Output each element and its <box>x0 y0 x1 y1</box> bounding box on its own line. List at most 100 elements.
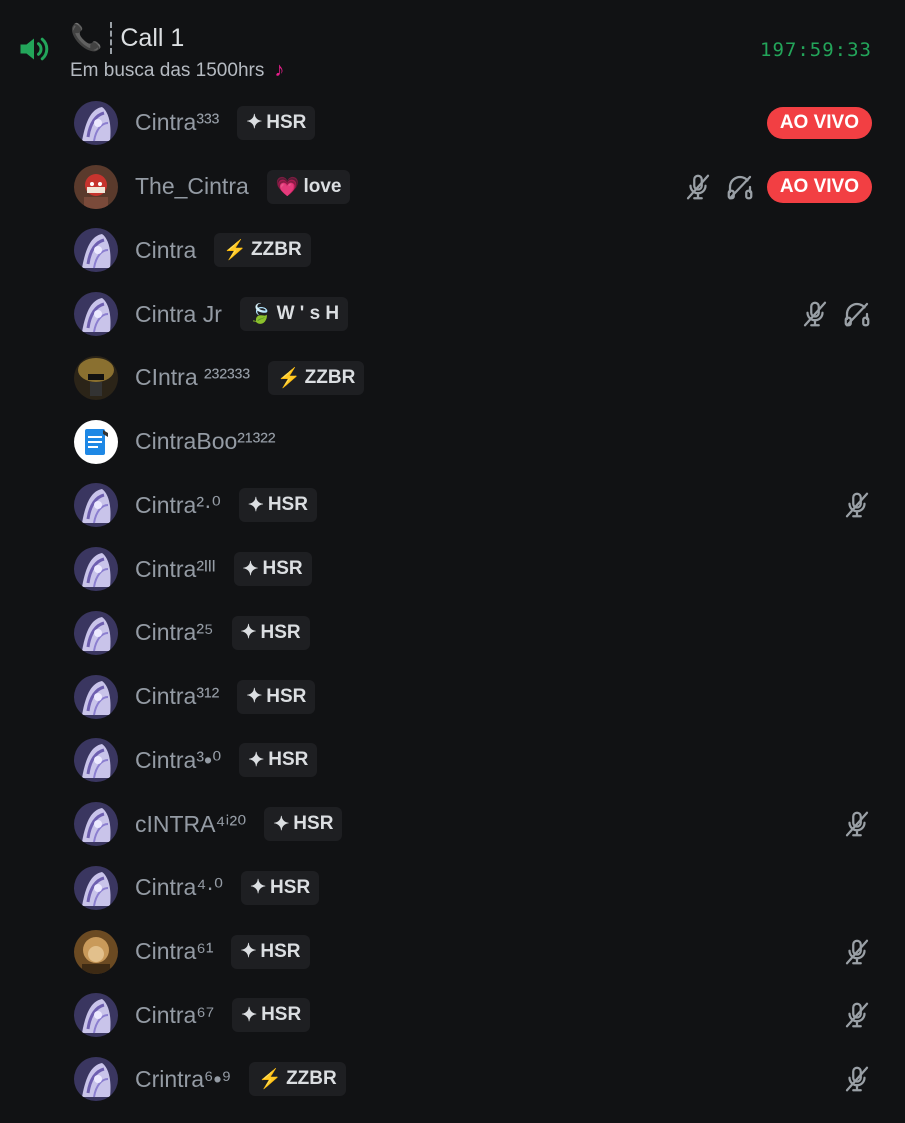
mic-muted-icon <box>683 172 713 202</box>
server-tag-badge[interactable]: ✦ HSR <box>237 679 316 714</box>
voice-member-row[interactable]: Crintra⁶•⁹ ⚡ ZZBR <box>0 1047 905 1111</box>
avatar[interactable] <box>74 419 118 464</box>
member-name[interactable]: Cintra³•⁰ <box>135 747 221 774</box>
voice-member-row[interactable]: Cintra³¹² ✦ HSR <box>0 665 905 729</box>
member-name-group: Cintra³•⁰ ✦ HSR <box>135 743 318 778</box>
member-name-group: The_Cintra 💗 love <box>135 169 351 204</box>
channel-title: Call 1 <box>120 23 185 52</box>
member-name[interactable]: Cintra⁶⁷ <box>135 1002 214 1029</box>
member-name[interactable]: Cintra Jr <box>135 301 222 328</box>
member-status-group <box>842 809 872 839</box>
voice-member-row[interactable]: The_Cintra 💗 love AO VIVO <box>0 155 905 219</box>
avatar[interactable] <box>74 610 118 655</box>
avatar[interactable] <box>74 164 118 209</box>
voice-member-row[interactable]: CintraBoo²¹³²² <box>0 410 905 474</box>
member-name[interactable]: Cintra³¹² <box>135 683 219 710</box>
member-name[interactable]: Cintra²·⁰ <box>135 492 221 519</box>
member-name[interactable]: Cintra²ᴵᴵᴵ <box>135 556 216 583</box>
avatar[interactable] <box>74 1057 118 1102</box>
mic-muted-icon <box>842 1000 872 1030</box>
music-note-icon: ♪ <box>274 59 285 81</box>
member-name-group: Cintra²·⁰ ✦ HSR <box>135 488 317 523</box>
voice-member-row[interactable]: Cintra²⁵ ✦ HSR <box>0 601 905 665</box>
server-tag-badge[interactable]: ✦ HSR <box>241 870 320 905</box>
avatar[interactable] <box>74 355 118 400</box>
voice-member-row[interactable]: Cintra⁶⁷ ✦ HSR <box>0 984 905 1048</box>
server-tag-badge[interactable]: ⚡ ZZBR <box>267 360 365 395</box>
mic-muted-icon <box>842 490 872 520</box>
member-name-group: CintraBoo²¹³²² <box>135 428 276 455</box>
voice-member-row[interactable]: Cintra ⚡ ZZBR <box>0 219 905 283</box>
member-name[interactable]: Crintra⁶•⁹ <box>135 1066 231 1093</box>
headphones-deafened-icon <box>842 299 872 329</box>
server-tag-badge[interactable]: 🍃 W ' s H <box>239 297 349 332</box>
member-name[interactable]: Cintra⁴·⁰ <box>135 874 223 901</box>
tag-label: ZZBR <box>251 239 302 261</box>
server-tag-badge[interactable]: ✦ HSR <box>232 998 311 1033</box>
live-badge[interactable]: AO VIVO <box>766 106 872 139</box>
voice-member-row[interactable]: Cintra²·⁰ ✦ HSR <box>0 474 905 538</box>
voice-member-row[interactable]: Cintra⁴·⁰ ✦ HSR <box>0 856 905 920</box>
tag-icon: ⚡ <box>223 240 248 262</box>
member-name[interactable]: Cintra <box>135 237 196 264</box>
server-tag-badge[interactable]: ✦ HSR <box>264 807 343 842</box>
member-name-group: Cintra³³³ ✦ HSR <box>135 105 316 140</box>
server-tag-badge[interactable]: 💗 love <box>266 169 351 204</box>
member-name-group: Cintra⁴·⁰ ✦ HSR <box>135 870 320 905</box>
member-name[interactable]: Cintra²⁵ <box>135 619 214 646</box>
server-tag-badge[interactable]: ✦ HSR <box>239 743 318 778</box>
voice-member-row[interactable]: CIntra ²³²³³³ ⚡ ZZBR <box>0 346 905 410</box>
member-name-group: Cintra²ᴵᴵᴵ ✦ HSR <box>135 552 312 587</box>
member-name[interactable]: The_Cintra <box>135 173 249 200</box>
tag-icon: 🍃 <box>248 304 273 326</box>
voice-member-row[interactable]: Cintra²ᴵᴵᴵ ✦ HSR <box>0 537 905 601</box>
avatar[interactable] <box>74 929 118 974</box>
avatar[interactable] <box>74 228 118 273</box>
server-tag-badge[interactable]: ✦ HSR <box>233 552 312 587</box>
avatar[interactable] <box>74 100 118 145</box>
member-name[interactable]: CintraBoo²¹³²² <box>135 428 276 455</box>
tag-icon: ⚡ <box>258 1069 283 1091</box>
voice-member-row[interactable]: Cintra³•⁰ ✦ HSR <box>0 729 905 793</box>
channel-title-row: 📞 Call 1 <box>70 18 184 58</box>
server-tag-badge[interactable]: ⚡ ZZBR <box>214 233 311 268</box>
member-name[interactable]: Cintra⁶¹ <box>135 938 213 965</box>
voice-member-row[interactable]: Cintra Jr 🍃 W ' s H <box>0 282 905 346</box>
voice-member-row[interactable]: Cintra³³³ ✦ HSR AO VIVO <box>0 91 905 155</box>
server-tag-badge[interactable]: ✦ HSR <box>238 488 317 523</box>
voice-member-list: Cintra³³³ ✦ HSR AO VIVO The_Cintra 💗 love AO VI… <box>0 91 905 1111</box>
tag-label: HSR <box>293 813 334 835</box>
title-separator <box>110 22 113 54</box>
headphones-deafened-icon <box>725 172 755 202</box>
avatar[interactable] <box>74 993 118 1038</box>
voice-member-row[interactable]: cINTRA⁴ⁱ²⁰ ✦ HSR <box>0 792 905 856</box>
member-name[interactable]: CIntra ²³²³³³ <box>135 364 250 391</box>
mic-muted-icon <box>842 1064 872 1094</box>
tag-label: HSR <box>261 1004 302 1026</box>
avatar[interactable] <box>74 674 118 719</box>
avatar[interactable] <box>74 865 118 910</box>
voice-channel-header[interactable]: 📞 Call 1 Em busca das 1500hrs ♪ 197:59:3… <box>0 0 905 92</box>
member-status-group: AO VIVO <box>766 106 872 139</box>
tag-icon: ✦ <box>242 558 259 580</box>
tag-label: W ' s H <box>276 303 340 325</box>
member-name[interactable]: Cintra³³³ <box>135 109 219 136</box>
avatar[interactable] <box>74 802 118 847</box>
voice-member-row[interactable]: Cintra⁶¹ ✦ HSR <box>0 920 905 984</box>
avatar[interactable] <box>74 292 118 337</box>
server-tag-badge[interactable]: ⚡ ZZBR <box>249 1062 346 1097</box>
tag-icon: ✦ <box>240 941 257 963</box>
member-name[interactable]: cINTRA⁴ⁱ²⁰ <box>135 811 246 838</box>
tag-label: HSR <box>262 558 303 580</box>
avatar[interactable] <box>74 483 118 528</box>
member-name-group: Cintra²⁵ ✦ HSR <box>135 615 310 650</box>
server-tag-badge[interactable]: ✦ HSR <box>231 934 310 969</box>
server-tag-badge[interactable]: ✦ HSR <box>231 615 310 650</box>
live-badge[interactable]: AO VIVO <box>766 170 872 203</box>
member-name-group: Cintra ⚡ ZZBR <box>135 233 311 268</box>
avatar[interactable] <box>74 738 118 783</box>
server-tag-badge[interactable]: ✦ HSR <box>237 105 316 140</box>
tag-label: love <box>303 175 342 197</box>
avatar[interactable] <box>74 547 118 592</box>
tag-label: HSR <box>270 876 311 898</box>
